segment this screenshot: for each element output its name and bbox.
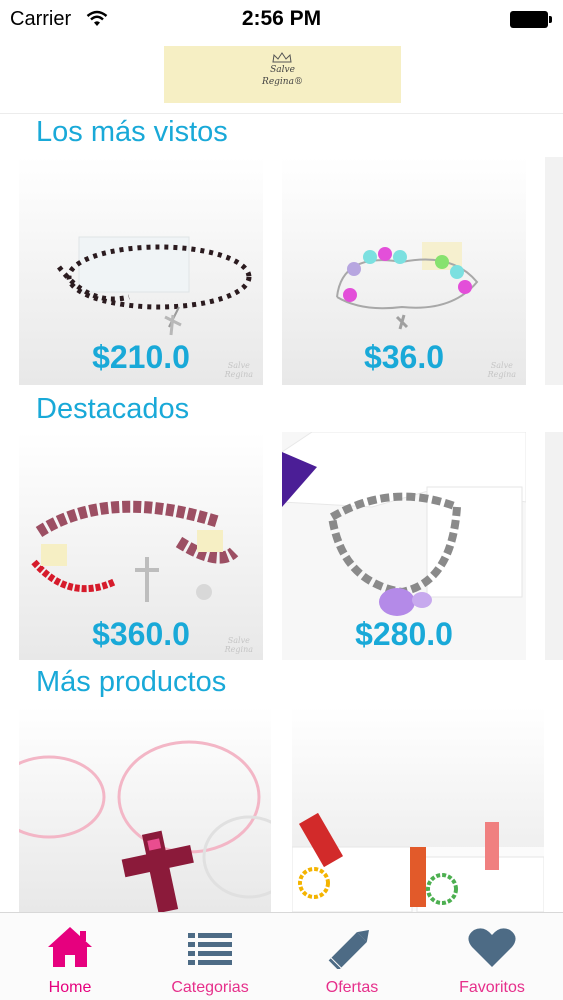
brand-logo[interactable]: Salve Regina® — [164, 46, 401, 103]
product-card-3-partial[interactable] — [545, 157, 563, 385]
watermark-logo: Salve Regina — [224, 361, 253, 379]
product-card-8[interactable] — [292, 707, 544, 912]
product-card-7[interactable] — [19, 707, 271, 912]
product-image — [19, 707, 271, 912]
section-title-more-products: Más productos — [36, 666, 227, 698]
watermark-logo: Salve Regina — [224, 636, 253, 654]
status-bar: Carrier 2:56 PM — [0, 0, 563, 38]
tab-label-categorias: Categorias — [171, 979, 249, 996]
product-image — [292, 707, 544, 912]
cross-image — [19, 740, 271, 912]
battery-icon — [510, 11, 552, 28]
tab-label-favoritos: Favoritos — [459, 979, 525, 996]
tab-label-home: Home — [48, 979, 92, 996]
product-card-1[interactable]: $210.0 Salve Regina — [19, 157, 263, 385]
section-title-featured: Destacados — [36, 393, 190, 425]
tab-label-ofertas: Ofertas — [325, 979, 379, 996]
tab-home[interactable]: Home — [0, 913, 140, 1000]
product-card-2[interactable]: $36.0 Salve Regina — [282, 157, 526, 385]
tab-ofertas[interactable]: Ofertas — [282, 913, 422, 1000]
heart-icon — [468, 928, 516, 967]
clothespins-image — [292, 812, 544, 912]
app-header: Salve Regina® — [0, 38, 563, 114]
logo-text: Salve Regina® — [262, 65, 303, 87]
tab-favoritos[interactable]: Favoritos — [422, 913, 562, 1000]
watermark-logo: Salve Regina — [487, 361, 516, 379]
product-card-5[interactable]: $280.0 — [282, 432, 526, 660]
product-card-4[interactable]: $360.0 Salve Regina — [19, 432, 263, 660]
home-icon — [48, 927, 92, 967]
pencil-icon — [328, 930, 369, 969]
section-title-most-viewed: Los más vistos — [36, 116, 228, 148]
tab-bar: Home Categorias Ofertas Favoritos — [0, 912, 563, 1000]
product-card-6-partial[interactable] — [545, 432, 563, 660]
tab-categorias[interactable]: Categorias — [140, 913, 280, 1000]
crown-icon — [272, 52, 292, 63]
status-time: 2:56 PM — [241, 7, 322, 30]
list-icon — [188, 933, 232, 965]
product-price: $280.0 — [355, 616, 453, 652]
